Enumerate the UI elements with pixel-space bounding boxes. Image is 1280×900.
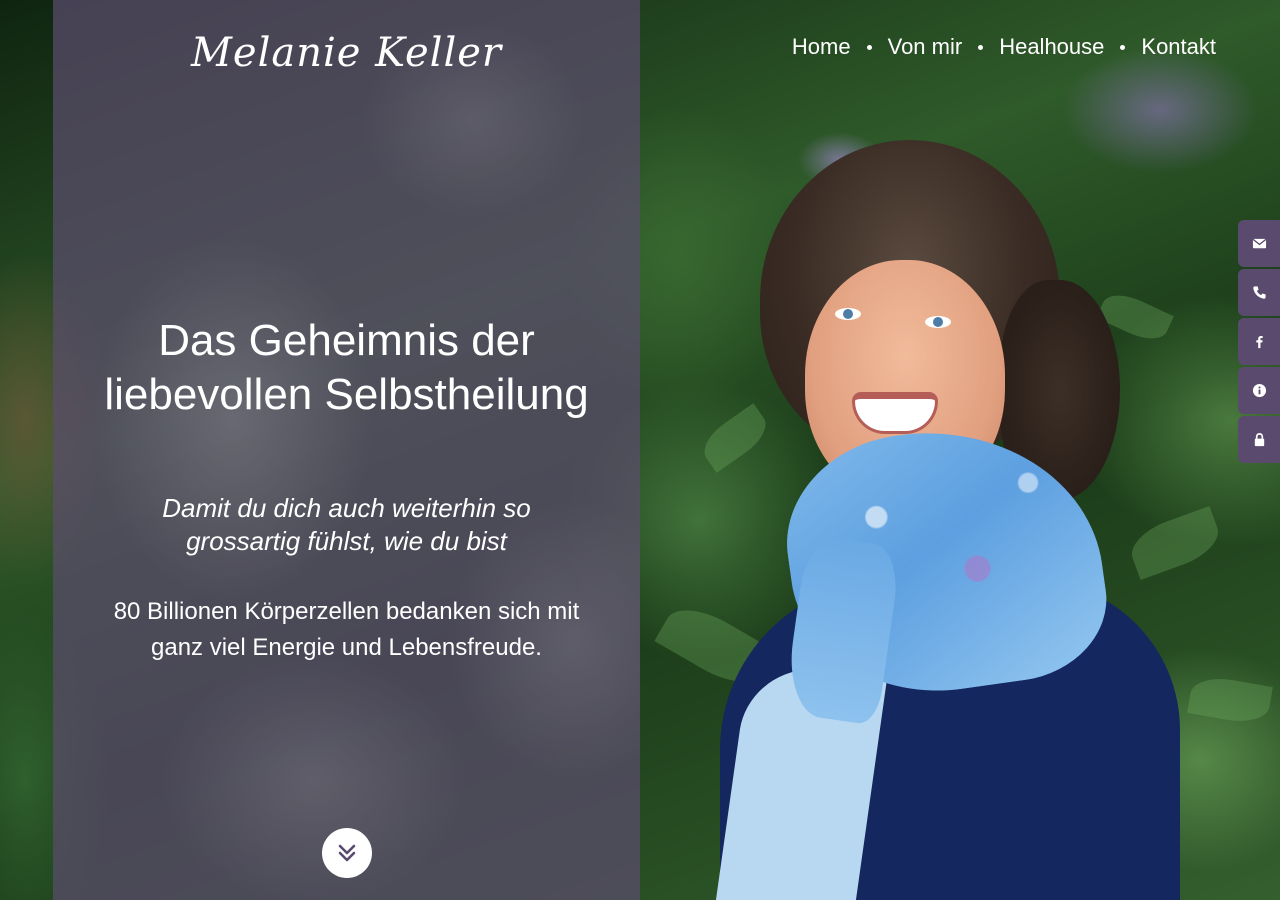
main-nav: Home Von mir Healhouse Kontakt	[792, 34, 1216, 60]
hero-section: Melanie Keller Das Geheimnis der liebevo…	[0, 0, 1280, 900]
hero-body-text: 80 Billionen Körperzellen bedanken sich …	[53, 594, 640, 666]
hero-subline: Damit du dich auch weiterhin so grossart…	[53, 492, 640, 558]
lock-icon	[1254, 433, 1264, 447]
facebook-icon	[1255, 335, 1263, 349]
envelope-icon	[1252, 238, 1266, 249]
hero-subline-line: Damit du dich auch weiterhin so	[162, 493, 531, 523]
side-contact-tabs	[1238, 220, 1280, 463]
nav-separator-dot	[978, 44, 984, 50]
hero-headline-line: liebevollen Selbstheilung	[104, 370, 589, 419]
nav-item-von-mir[interactable]: Von mir	[888, 34, 963, 60]
site-logo[interactable]: Melanie Keller	[53, 30, 640, 76]
double-chevron-down-icon	[338, 844, 356, 862]
hero-subline-line: grossartig fühlst, wie du bist	[186, 526, 507, 556]
nav-item-healhouse[interactable]: Healhouse	[999, 34, 1104, 60]
info-icon	[1252, 383, 1266, 398]
side-tab-lock[interactable]	[1238, 416, 1280, 463]
nav-separator-dot	[866, 44, 872, 50]
portrait-photo	[700, 110, 1180, 900]
nav-item-home[interactable]: Home	[792, 34, 851, 60]
portrait-eye-left	[835, 308, 861, 320]
side-tab-email[interactable]	[1238, 220, 1280, 267]
nav-separator-dot	[1120, 44, 1126, 50]
panel-fern-texture	[53, 0, 640, 900]
hero-headline-line: Das Geheimnis der	[158, 316, 535, 365]
scroll-down-button[interactable]	[322, 828, 372, 878]
hero-body-line: ganz viel Energie und Lebensfreude.	[151, 634, 542, 661]
intro-panel: Melanie Keller Das Geheimnis der liebevo…	[53, 0, 640, 900]
hero-body-line: 80 Billionen Körperzellen bedanken sich …	[113, 598, 580, 625]
hero-headline: Das Geheimnis der liebevollen Selbstheil…	[53, 314, 640, 422]
nav-item-kontakt[interactable]: Kontakt	[1141, 34, 1216, 60]
side-tab-phone[interactable]	[1238, 269, 1280, 316]
phone-icon	[1252, 286, 1266, 299]
side-tab-info[interactable]	[1238, 367, 1280, 414]
side-tab-facebook[interactable]	[1238, 318, 1280, 365]
portrait-eye-right	[925, 316, 951, 328]
